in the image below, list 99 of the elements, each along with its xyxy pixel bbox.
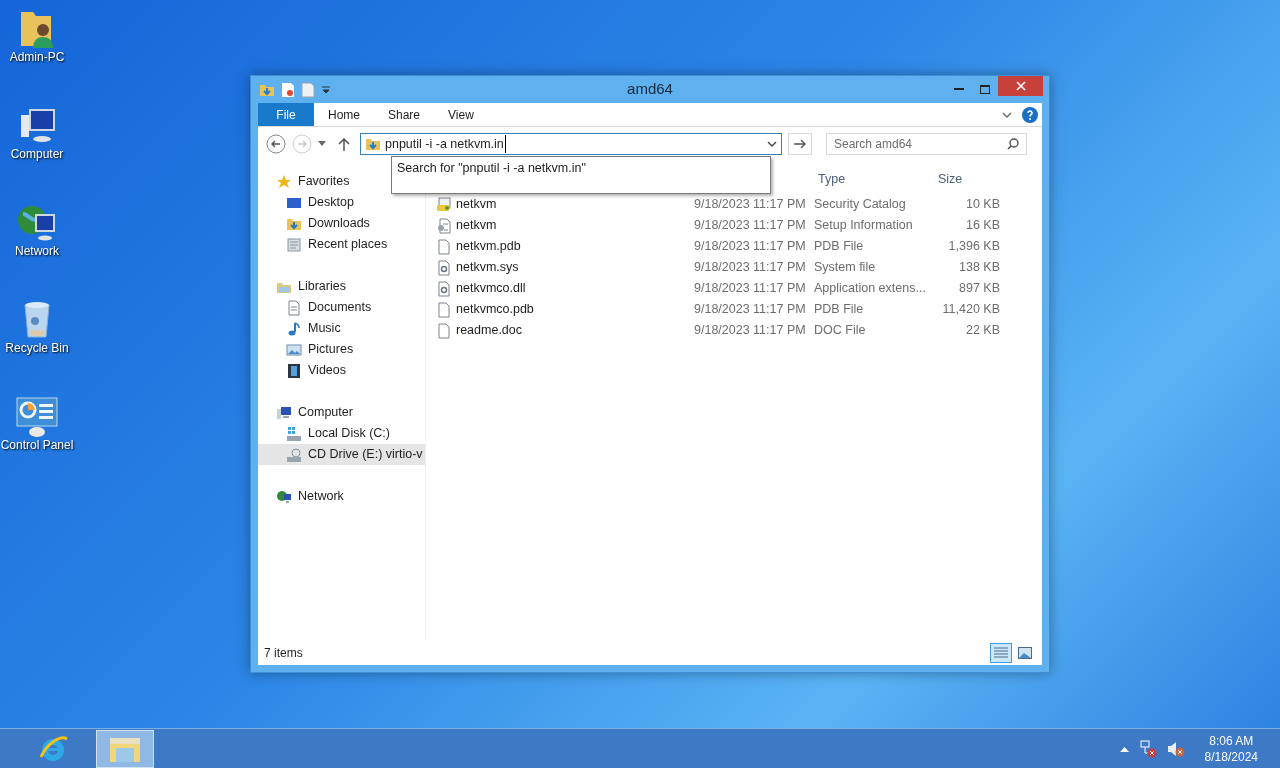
nav-item[interactable]: Desktop [258, 192, 425, 213]
chevron-down-icon[interactable] [1002, 110, 1012, 119]
ribbon-tab[interactable]: View [434, 103, 488, 126]
details-list-icon [994, 647, 1008, 659]
file-tab[interactable]: File [258, 103, 314, 126]
caret-icon[interactable] [321, 84, 331, 95]
table-cell-text: Application extens... [814, 280, 927, 298]
ribbon-tab[interactable]: Home [314, 103, 374, 126]
table-cell-text: 16 KB [964, 217, 1000, 235]
table-cell-text: 22 KB [964, 322, 1000, 340]
table-cell-text: 897 KB [958, 280, 1000, 298]
search-field[interactable]: Search amd64 [826, 133, 1027, 155]
file-name[interactable]: netkvm.pdb [456, 237, 521, 256]
caret-icon[interactable] [318, 141, 326, 147]
cd-drive-icon [286, 446, 302, 463]
address-text: pnputil -i -a netkvm.in [385, 134, 506, 154]
item-count: 7 items [264, 645, 303, 662]
star-icon [276, 173, 292, 190]
pictures-icon [286, 341, 302, 358]
search-icon [1007, 138, 1019, 150]
explorer-taskbar-button[interactable] [96, 729, 154, 768]
search-input[interactable]: Search amd64 [834, 135, 1007, 153]
blank-file-icon [436, 301, 452, 318]
recent-places-icon [286, 236, 302, 253]
network-disconnected-icon[interactable] [1138, 739, 1157, 758]
address-field[interactable]: pnputil -i -a netkvm.in [360, 133, 782, 155]
file-name[interactable]: netkvm.sys [456, 258, 519, 277]
nav-item[interactable]: Libraries [258, 276, 425, 297]
up-arrow-icon[interactable] [338, 137, 350, 151]
table-cell-text: 138 KB [958, 259, 1000, 277]
go-button[interactable] [788, 133, 812, 155]
desktop-icon-label[interactable]: Recycle Bin [0, 341, 74, 356]
downloads-folder-icon [365, 136, 381, 152]
table-cell-text: PDB File [814, 301, 865, 319]
gear-file-icon [436, 259, 452, 276]
column-header[interactable]: Size [936, 169, 1006, 189]
music-note-icon [286, 320, 302, 337]
nav-item[interactable]: Videos [258, 360, 425, 381]
file-name[interactable]: readme.doc [456, 321, 522, 340]
desktop-icon-label[interactable]: Network [0, 244, 74, 259]
table-cell-text: 9/18/2023 11:17 PM [694, 280, 807, 298]
film-icon [286, 362, 302, 379]
nav-item[interactable]: Music [258, 318, 425, 339]
table-cell-text: 9/18/2023 11:17 PM [694, 259, 807, 277]
settings-file-icon [436, 217, 452, 234]
blank-file-icon [436, 322, 452, 339]
file-name[interactable]: netkvm [456, 216, 497, 235]
ribbon-tab[interactable]: Share [374, 103, 435, 126]
clock[interactable]: 8:06 AM 8/18/2024 [1204, 732, 1258, 765]
nav-item[interactable]: Local Disk (C:) [258, 423, 425, 444]
control-panel-icon [15, 394, 59, 438]
speaker-muted-icon[interactable] [1166, 739, 1185, 758]
table-cell-text: DOC File [814, 322, 867, 340]
nav-item[interactable]: Computer [258, 402, 425, 423]
help-icon[interactable] [1022, 106, 1038, 123]
nav-item[interactable]: Recent places [258, 234, 425, 255]
table-cell-text: PDB File [814, 238, 865, 256]
back-icon[interactable] [266, 134, 286, 154]
maximize-icon [980, 85, 990, 94]
table-cell-text: 9/18/2023 11:17 PM [694, 301, 807, 319]
properties-icon[interactable] [281, 81, 295, 98]
nav-item[interactable]: Documents [258, 297, 425, 318]
desktop-icon-label[interactable]: Control Panel [0, 438, 74, 453]
details-view-button[interactable] [990, 643, 1012, 663]
show-hidden-icons-icon[interactable] [1119, 745, 1129, 752]
table-cell-text: 11,420 KB [941, 301, 1000, 319]
table-cell-text: 9/18/2023 11:17 PM [694, 238, 807, 256]
nav-item[interactable]: Pictures [258, 339, 425, 360]
column-header[interactable]: Type [816, 169, 936, 189]
nav-item[interactable]: CD Drive (E:) virtio-v [258, 444, 425, 465]
desktop-icon-label[interactable]: Admin-PC [0, 50, 74, 65]
table-cell-text: 9/18/2023 11:17 PM [694, 196, 807, 214]
arrow-right-icon [794, 139, 806, 149]
table-cell-text: 10 KB [964, 196, 1000, 214]
local-disk-icon [286, 425, 302, 442]
close-icon [1015, 81, 1026, 91]
gear-file-icon [436, 280, 452, 297]
nav-item[interactable]: Downloads [258, 213, 425, 234]
table-cell-text: System file [814, 259, 877, 277]
window-title: amd64 [627, 79, 673, 100]
picture-thumbnail-icon [1018, 647, 1032, 659]
minimize-icon [954, 88, 964, 91]
table-cell-text: 9/18/2023 11:17 PM [694, 217, 807, 235]
file-name[interactable]: netkvmco.dll [456, 279, 526, 298]
suggestion-dropdown[interactable]: Search for "pnputil -i -a netkvm.in" [391, 156, 771, 194]
chevron-down-icon[interactable] [767, 140, 777, 148]
nav-item[interactable]: Network [258, 486, 425, 507]
desktop-icon-label[interactable]: Computer [0, 147, 74, 162]
table-cell-text: Security Catalog [814, 196, 907, 214]
document-icon [286, 299, 302, 316]
file-name[interactable]: netkvmco.pdb [456, 300, 534, 319]
catalog-file-icon [436, 196, 452, 213]
blank-file-icon [436, 238, 452, 255]
network-icon [276, 488, 292, 505]
table-cell-text: 9/18/2023 11:17 PM [694, 322, 807, 340]
table-cell-text: 1,396 KB [947, 238, 1000, 256]
file-name[interactable]: netkvm [456, 195, 497, 214]
table-cell-text: Setup Information [814, 217, 914, 235]
computer-icon [276, 404, 292, 421]
